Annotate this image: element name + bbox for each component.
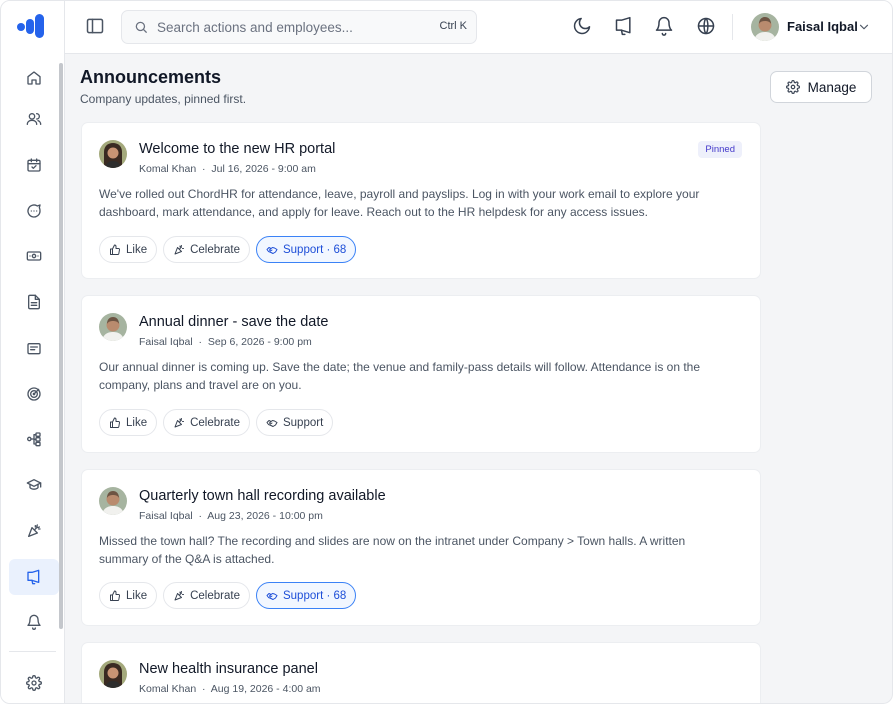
announcement-card: Welcome to the new HR portal Komal Khan … [81,122,761,279]
like-button[interactable]: Like [99,409,158,436]
notifications-bell-icon[interactable] [654,16,674,36]
handshake-icon [266,592,278,600]
support-label: Support [282,416,324,429]
nav-megaphone-icon[interactable] [9,559,59,595]
announcement-body: Our annual dinner is coming up. Save the… [99,360,701,392]
author-avatar [99,313,127,341]
announcement-meta: Komal Khan · Jul 16, 2026 - 9:00 am [139,163,316,175]
nav-document-icon[interactable] [9,284,59,320]
support-button[interactable]: Support [255,409,334,436]
like-label: Like [126,589,148,602]
party-popper-icon [174,590,185,600]
language-globe-icon[interactable] [696,16,716,36]
manage-button-label: Manage [807,79,857,95]
support-label: Support · 68 [282,589,347,602]
author-name: Komal Khan [139,683,197,695]
author-name: Faisal Iqbal [139,510,193,522]
announcement-title[interactable]: Welcome to the new HR portal [139,141,335,157]
post-date: Jul 16, 2026 - 9:00 am [211,163,316,175]
announcement-card: Annual dinner - save the date Faisal Iqb… [81,295,761,453]
nav-bell-icon[interactable] [9,604,59,640]
announcement-meta: Faisal Iqbal · Sep 6, 2026 - 9:00 pm [139,336,312,348]
party-popper-icon [174,417,185,427]
celebrate-label: Celebrate [190,243,240,256]
nav-settings-icon[interactable] [9,665,59,701]
nav-target-icon[interactable] [9,376,59,412]
handshake-icon [266,419,278,427]
nav-chat-icon[interactable] [9,193,59,229]
post-date: Sep 6, 2026 - 9:00 pm [207,336,312,348]
author-name: Komal Khan [139,163,197,175]
topbar-divider [732,14,733,40]
nav-money-icon[interactable] [9,238,59,274]
thumbs-up-icon [110,244,120,255]
author-avatar [99,140,127,168]
announcement-title[interactable]: Quarterly town hall recording available [139,488,386,504]
announcement-title[interactable]: New health insurance panel [139,661,318,677]
reaction-bar: Like Celebrate Support · 68 [99,582,362,609]
post-date: Aug 19, 2026 - 4:00 am [210,683,321,695]
like-label: Like [126,416,148,429]
manage-button[interactable]: Manage [770,71,872,103]
sidebar [1,1,65,703]
announcement-title[interactable]: Annual dinner - save the date [139,314,328,330]
post-date: Aug 23, 2026 - 10:00 pm [207,510,323,522]
nav-graduation-cap-icon[interactable] [9,467,59,503]
nav-calendar-icon[interactable] [9,147,59,183]
sidebar-divider [9,651,56,652]
page-subtitle: Company updates, pinned first. [80,92,247,106]
reaction-bar: Like Celebrate Support [99,409,339,436]
nav-org-chart-icon[interactable] [9,421,59,457]
celebrate-button[interactable]: Celebrate [163,236,250,263]
author-avatar [99,487,127,515]
announcement-meta: Faisal Iqbal · Aug 23, 2026 - 10:00 pm [139,510,323,522]
celebrate-label: Celebrate [190,589,240,602]
like-button[interactable]: Like [99,236,158,263]
app-window: Search actions and employees... Ctrl K F… [0,0,893,704]
nav-message-icon[interactable] [9,331,59,367]
like-button[interactable]: Like [99,582,158,609]
nav-people-icon[interactable] [9,101,59,137]
search-icon [135,21,147,33]
announcement-card: Quarterly town hall recording available … [81,469,761,626]
party-popper-icon [174,244,185,254]
handshake-icon [266,246,278,254]
celebrate-label: Celebrate [190,416,240,429]
user-avatar[interactable] [751,13,779,41]
support-button[interactable]: Support · 68 [255,582,357,609]
top-bar: Search actions and employees... Ctrl K F… [65,1,892,54]
announcement-meta: Komal Khan · Aug 19, 2026 - 4:00 am [139,683,321,695]
search-shortcut: Ctrl K [439,20,468,32]
dark-mode-icon[interactable] [572,16,592,36]
celebrate-button[interactable]: Celebrate [163,582,250,609]
author-avatar [99,660,127,688]
thumbs-up-icon [110,417,120,428]
sidebar-toggle-icon[interactable] [85,16,105,36]
announcement-body: Missed the town hall? The recording and … [99,534,686,566]
app-logo[interactable] [17,13,45,39]
support-label: Support · 68 [282,243,347,256]
announcement-body: We've rolled out ChordHR for attendance,… [99,187,700,219]
search-placeholder: Search actions and employees... [157,19,353,35]
reaction-bar: Like Celebrate Support · 68 [99,236,362,263]
nav-home-icon[interactable] [9,60,59,96]
search-bar[interactable]: Search actions and employees... Ctrl K [121,10,477,44]
nav-party-icon[interactable] [9,513,59,549]
announcement-card: New health insurance panel Komal Khan · … [81,642,761,703]
user-name[interactable]: Faisal Iqbal [787,19,858,34]
chevron-down-icon[interactable] [857,20,871,34]
like-label: Like [126,243,148,256]
support-button[interactable]: Support · 68 [255,236,357,263]
pinned-badge: Pinned [698,141,742,158]
author-name: Faisal Iqbal [139,336,193,348]
page-title: Announcements [80,67,222,87]
announcements-icon[interactable] [614,16,634,36]
gear-icon [785,80,800,94]
celebrate-button[interactable]: Celebrate [163,409,250,436]
thumbs-up-icon [110,590,120,601]
sidebar-scrollbar[interactable] [59,63,63,629]
